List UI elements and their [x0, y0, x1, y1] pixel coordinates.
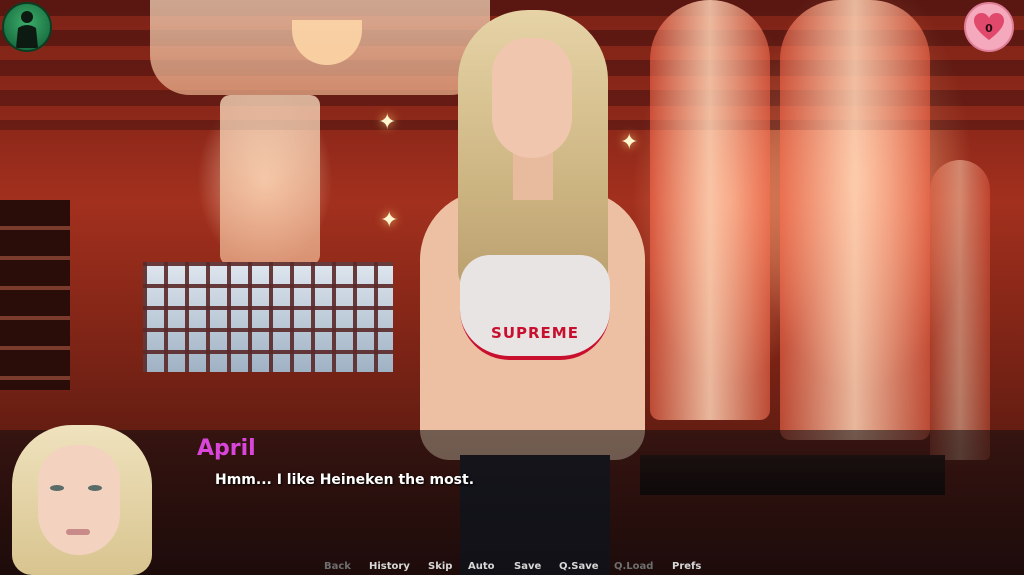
hanging-lamp: [220, 95, 320, 265]
quick-menu-prefs-button[interactable]: Prefs: [672, 561, 701, 572]
speaker-name: April: [197, 436, 256, 461]
portrait-mouth: [66, 529, 90, 535]
sprite-face: [492, 38, 572, 158]
bar-shelf: [0, 200, 70, 390]
sprite-crop-top: SUPREME: [460, 255, 610, 360]
cafe-window: [143, 262, 393, 372]
sparkle-light: ✦: [380, 208, 399, 233]
affection-count: 0: [985, 21, 993, 35]
dialogue-text: Hmm... I like Heineken the most.: [215, 472, 475, 488]
quick-menu-auto-button[interactable]: Auto: [468, 561, 495, 572]
shirt-logo-text: SUPREME: [491, 324, 579, 342]
quick-menu: Back History Skip Auto Save Q.Save Q.Loa…: [300, 560, 730, 575]
affection-button[interactable]: 0: [964, 2, 1014, 52]
sparkle-light: ✦: [378, 110, 397, 135]
quick-menu-save-button[interactable]: Save: [514, 561, 541, 572]
character-menu-button[interactable]: [2, 2, 52, 52]
drape-light: [780, 0, 930, 440]
drape-light: [930, 160, 990, 460]
drape-light: [650, 0, 770, 420]
quick-menu-qsave-button[interactable]: Q.Save: [559, 561, 599, 572]
quick-menu-history-button[interactable]: History: [369, 561, 410, 572]
portrait-eye: [88, 485, 102, 491]
speaker-side-portrait: [0, 425, 160, 575]
quick-menu-qload-button[interactable]: Q.Load: [614, 561, 653, 572]
quick-menu-skip-button[interactable]: Skip: [428, 561, 452, 572]
quick-menu-back-button[interactable]: Back: [324, 561, 351, 572]
person-silhouette-icon: [16, 11, 38, 48]
portrait-eye: [50, 485, 64, 491]
portrait-face: [38, 445, 120, 555]
